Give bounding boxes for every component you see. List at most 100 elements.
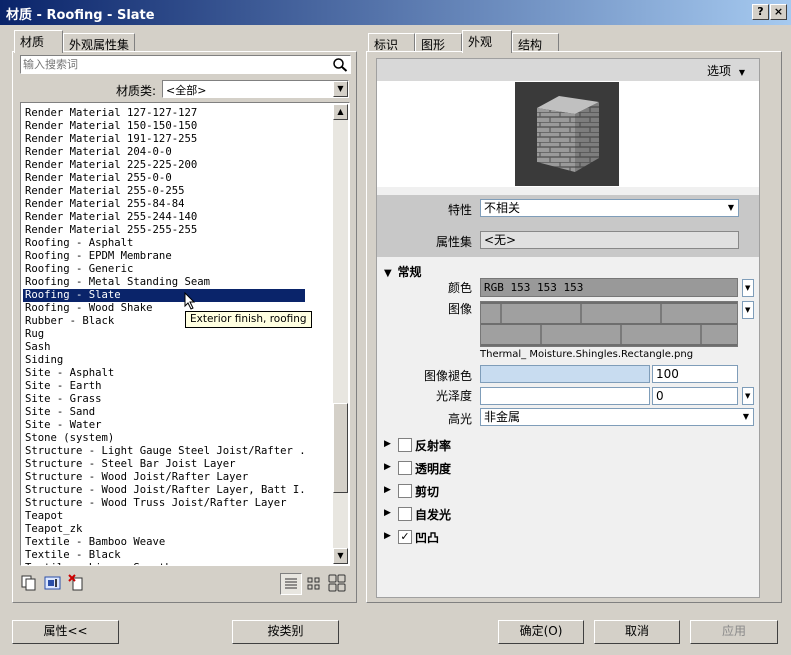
chevron-down-icon: ▼ — [745, 306, 751, 314]
section-checkbox[interactable]: ✓ — [398, 530, 412, 544]
search-input[interactable] — [23, 57, 323, 71]
material-list-item[interactable]: Structure - Wood Joist/Rafter Layer, Bat… — [23, 484, 305, 497]
scroll-thumb[interactable] — [333, 403, 348, 493]
material-list-item[interactable]: Site - Sand — [23, 406, 305, 419]
material-list-item[interactable]: Textile - Black — [23, 549, 305, 562]
material-list-item[interactable]: Render Material 255-0-255 — [23, 185, 305, 198]
material-list-item[interactable]: Render Material 255-0-0 — [23, 172, 305, 185]
material-list-item[interactable]: Teapot — [23, 510, 305, 523]
section-label: 透明度 — [415, 462, 452, 476]
gloss-input[interactable]: 0 — [652, 387, 738, 405]
material-list-item[interactable]: Site - Water — [23, 419, 305, 432]
tab-appearance-sets[interactable]: 外观属性集 — [63, 33, 135, 53]
property-dropdown[interactable]: 不相关 ▼ — [480, 199, 739, 217]
properties-toggle-button[interactable]: 属性<< — [12, 620, 119, 644]
image-fade-slider[interactable] — [480, 365, 650, 383]
duplicate-material-icon[interactable] — [20, 574, 38, 592]
material-list-item[interactable]: Render Material 225-225-200 — [23, 159, 305, 172]
window-title: 材质 - Roofing - Slate — [6, 8, 155, 23]
section-checkbox[interactable] — [398, 461, 412, 475]
tab-identity[interactable]: 标识 — [368, 33, 415, 53]
material-list-item[interactable]: Teapot_zk — [23, 523, 305, 536]
material-list-item[interactable]: Sash — [23, 341, 305, 354]
section-checkbox[interactable] — [398, 507, 412, 521]
large-icons-view-icon[interactable] — [328, 574, 346, 592]
material-list-item[interactable]: Structure - Wood Truss Joist/Rafter Laye… — [23, 497, 305, 510]
tab-materials[interactable]: 材质 — [14, 30, 63, 53]
material-list-item[interactable]: Render Material 150-150-150 — [23, 120, 305, 133]
category-value: <全部> — [166, 84, 207, 97]
rename-material-icon[interactable] — [44, 574, 62, 592]
expand-right-icon[interactable]: ▶ — [384, 508, 391, 518]
material-list-item[interactable]: Site - Asphalt — [23, 367, 305, 380]
options-label: 选项 — [707, 64, 732, 78]
general-section-header[interactable]: ▼ 常规 — [384, 263, 422, 280]
options-menu[interactable]: 选项 ▼ — [707, 62, 745, 79]
section-checkbox[interactable] — [398, 484, 412, 498]
material-list-item[interactable]: Roofing - Generic — [23, 263, 305, 276]
material-list-item[interactable]: Textile - Linen, Smooth — [23, 562, 305, 565]
chevron-down-icon[interactable]: ▼ — [333, 81, 348, 97]
search-icon[interactable] — [332, 57, 348, 72]
image-filename: Thermal_ Moisture.Shingles.Rectangle.png — [480, 349, 694, 360]
material-list-item[interactable]: Roofing - Asphalt — [23, 237, 305, 250]
image-dropdown[interactable]: ▼ — [742, 301, 754, 319]
color-dropdown[interactable]: ▼ — [742, 279, 754, 297]
material-list-item[interactable]: Roofing - Slate — [23, 289, 305, 302]
material-list[interactable]: Render Material 127-127-127 Render Materi… — [20, 102, 350, 566]
highlight-dropdown[interactable]: 非金属 ▼ — [480, 408, 754, 426]
cancel-button[interactable]: 取消 — [594, 620, 680, 644]
gloss-dropdown[interactable]: ▼ — [742, 387, 754, 405]
help-button[interactable]: ? — [752, 4, 769, 20]
material-list-item[interactable]: Render Material 204-0-0 — [23, 146, 305, 159]
list-view-button[interactable] — [280, 573, 302, 595]
propset-field: <无> — [480, 231, 739, 249]
material-list-item[interactable]: Render Material 255-84-84 — [23, 198, 305, 211]
material-list-item[interactable]: Textile - Bamboo Weave — [23, 536, 305, 549]
material-list-item[interactable]: Structure - Wood Joist/Rafter Layer — [23, 471, 305, 484]
expand-right-icon[interactable]: ▶ — [384, 531, 391, 541]
close-button[interactable]: × — [770, 4, 787, 20]
tab-structure[interactable]: 结构 — [512, 33, 559, 53]
expand-right-icon[interactable]: ▶ — [384, 439, 391, 449]
material-preview[interactable] — [515, 82, 619, 186]
material-list-item[interactable]: Render Material 255-255-255 — [23, 224, 305, 237]
material-list-item[interactable]: Structure - Steel Bar Joist Layer — [23, 458, 305, 471]
material-list-item[interactable]: Roofing - EPDM Membrane — [23, 250, 305, 263]
expand-right-icon[interactable]: ▶ — [384, 485, 391, 495]
material-list-item[interactable]: Render Material 127-127-127 — [23, 107, 305, 120]
scroll-down-button[interactable]: ▼ — [333, 548, 348, 564]
section-label: 自发光 — [415, 508, 452, 522]
apply-button[interactable]: 应用 — [690, 620, 778, 644]
tab-appearance[interactable]: 外观 — [462, 30, 512, 53]
ok-button[interactable]: 确定(O) — [498, 620, 584, 644]
image-fade-input[interactable]: 100 — [652, 365, 738, 383]
image-swatch[interactable] — [480, 301, 738, 347]
list-scrollbar[interactable] — [333, 104, 348, 564]
material-list-item[interactable]: Stone (system) — [23, 432, 305, 445]
category-dropdown[interactable]: <全部> ▼ — [162, 80, 349, 98]
color-swatch[interactable]: RGB 153 153 153 — [480, 278, 738, 297]
brick-cube-icon — [537, 96, 599, 172]
gloss-slider[interactable] — [480, 387, 650, 405]
tab-graphics[interactable]: 图形 — [415, 33, 462, 53]
section-checkbox[interactable] — [398, 438, 412, 452]
material-list-item[interactable]: Render Material 191-127-255 — [23, 133, 305, 146]
category-label: 材质类: — [115, 84, 156, 98]
search-box[interactable] — [20, 55, 351, 74]
material-list-item[interactable]: Site - Earth — [23, 380, 305, 393]
material-list-item[interactable]: Structure - Light Gauge Steel Joist/Raft… — [23, 445, 305, 458]
chevron-down-icon: ▼ — [727, 203, 734, 212]
by-category-button[interactable]: 按类别 — [232, 620, 339, 644]
material-list-item[interactable]: Siding — [23, 354, 305, 367]
material-list-item[interactable]: Render Material 255-244-140 — [23, 211, 305, 224]
gloss-label: 光泽度 — [435, 389, 472, 403]
material-list-item[interactable]: Roofing - Metal Standing Seam — [23, 276, 305, 289]
material-list-item[interactable]: Rug — [23, 328, 305, 341]
small-icons-view-icon[interactable] — [306, 576, 322, 592]
expand-down-icon: ▼ — [384, 268, 392, 279]
material-list-item[interactable]: Site - Grass — [23, 393, 305, 406]
scroll-up-button[interactable]: ▲ — [333, 104, 348, 120]
delete-material-icon[interactable] — [68, 574, 86, 592]
expand-right-icon[interactable]: ▶ — [384, 462, 391, 472]
